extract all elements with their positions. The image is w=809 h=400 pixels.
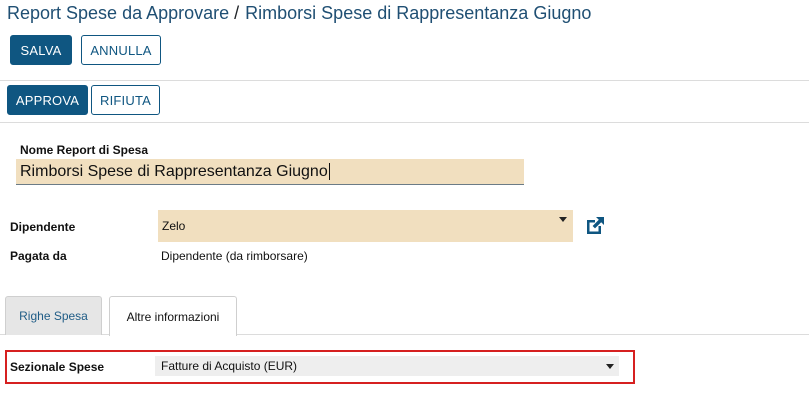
- text-caret: [328, 163, 330, 180]
- breadcrumb: Report Spese da Approvare / Rimborsi Spese…: [7, 3, 591, 24]
- breadcrumb-parent-link[interactable]: Report Spese da Approvare: [7, 3, 229, 23]
- chevron-down-icon: [606, 364, 614, 369]
- journal-select[interactable]: Fatture di Acquisto (EUR): [155, 356, 619, 376]
- reject-button[interactable]: RIFIUTA: [91, 85, 160, 115]
- tab-altre-informazioni[interactable]: Altre informazioni: [109, 296, 237, 336]
- employee-select[interactable]: Zelo: [157, 210, 573, 242]
- report-name-value: Rimborsi Spese di Rappresentanza Giugno: [20, 162, 328, 180]
- tab-righe-spesa[interactable]: Righe Spesa: [5, 296, 102, 335]
- chevron-down-icon: [559, 217, 567, 222]
- employee-value: Zelo: [162, 219, 186, 233]
- save-button[interactable]: SALVA: [10, 35, 72, 65]
- paid-by-value: Dipendente (da rimborsare): [161, 249, 308, 263]
- employee-label: Dipendente: [10, 220, 76, 234]
- report-name-input[interactable]: Rimborsi Spese di Rappresentanza Giugno: [16, 159, 524, 185]
- external-link-icon[interactable]: [584, 215, 606, 237]
- report-name-label: Nome Report di Spesa: [20, 143, 149, 157]
- journal-label: Sezionale Spese: [10, 360, 105, 374]
- approve-button[interactable]: APPROVA: [7, 85, 88, 115]
- cancel-button[interactable]: ANNULLA: [81, 35, 161, 65]
- breadcrumb-separator: /: [234, 3, 240, 23]
- divider: [0, 80, 809, 81]
- paid-by-label: Pagata da: [10, 249, 67, 263]
- breadcrumb-current: Rimborsi Spese di Rappresentanza Giugno: [245, 3, 592, 23]
- journal-value: Fatture di Acquisto (EUR): [161, 359, 298, 373]
- divider: [0, 122, 809, 123]
